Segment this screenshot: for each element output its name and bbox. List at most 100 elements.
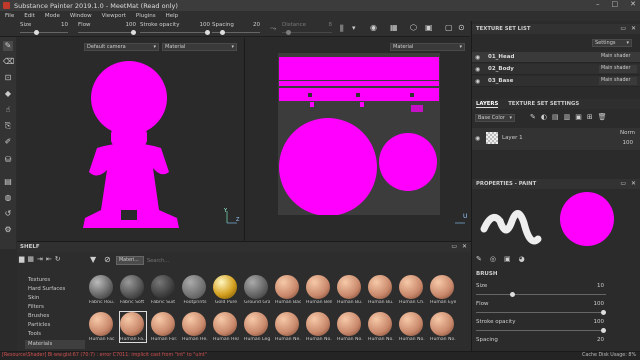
bake-icon[interactable]: ▤ [3,177,13,187]
camera-dropdown[interactable]: Default camera [84,43,159,51]
material-thumbnail[interactable]: Human For... [151,312,177,342]
tsl-float-icon[interactable]: ▭ [620,25,626,32]
material-thumbnail[interactable]: Human Bu... [368,275,394,305]
menu-window[interactable]: Window [70,13,92,19]
filter-icon[interactable]: ▼ [90,255,96,264]
brush-stroke-opacity-value[interactable]: 100 [594,319,605,325]
add-effect-icon[interactable]: ✎ [530,113,536,121]
visibility-eye-icon[interactable]: ◉ [475,54,480,61]
menu-edit[interactable]: Edit [24,13,35,19]
shelf-category-textures[interactable]: Textures [25,276,85,285]
screenshot-icon[interactable]: ▢ [445,23,453,32]
material-thumbnail[interactable]: Human Bell... [306,275,332,305]
shelf-category-particles[interactable]: Particles [25,321,85,330]
material-thumbnail[interactable]: Footprints [182,275,208,305]
close-icon[interactable]: ✕ [630,0,636,8]
shelf-category-skin[interactable]: Skin [25,294,85,303]
properties-float-icon[interactable]: ▭ [620,180,626,187]
size-slider[interactable]: Size 10 [20,22,68,36]
material-thumbnail[interactable]: Fabric Soft ... [120,275,146,305]
color-picker-icon[interactable]: ✐ [3,137,13,147]
visibility-eye-icon[interactable]: ◉ [475,66,480,73]
material-thumbnail[interactable]: Human He... [182,312,208,342]
channel-dropdown[interactable]: Base Color [475,114,515,122]
material-thumbnail[interactable]: Human No... [399,312,425,342]
material-thumbnail[interactable]: Human Bu... [337,275,363,305]
menu-mode[interactable]: Mode [45,13,60,19]
brush-size-knob[interactable] [510,292,515,297]
layout-icon[interactable]: ▣ [425,23,433,32]
minimize-icon[interactable]: – [596,0,600,8]
add-layer-icon[interactable]: ⊞ [587,113,593,121]
error-log-message[interactable]: [Resource\Shader] Bi·ww.glsl:67 (70:7) :… [2,352,207,360]
smudge-icon[interactable]: ☝ [3,105,13,115]
material-thumbnail[interactable]: Ground Gra... [244,275,270,305]
meetmat-model[interactable] [79,60,189,240]
shader-dropdown[interactable]: Main shader [599,77,637,85]
add-paint-layer-icon[interactable]: ▥ [564,113,571,121]
size-value[interactable]: 10 [61,22,68,28]
shelf-category-tools[interactable]: Tools [25,330,85,339]
distance-knob[interactable] [286,30,291,35]
import-icon[interactable]: ⇥ [37,255,43,267]
symmetry-options-icon[interactable]: ▾ [352,24,356,32]
render-icon[interactable]: ⊙ [458,23,465,32]
spacing-slider[interactable]: Spacing 20 [212,22,260,36]
display-settings-icon[interactable]: ▦ [390,23,398,32]
alpha-tab-icon[interactable]: ◎ [490,255,496,263]
shelf-search-input[interactable] [147,256,267,265]
material-thumbnail[interactable]: Human Eye... [430,275,456,305]
filter-tag[interactable]: Materi... [116,256,144,265]
layer-visibility-eye-icon[interactable]: ◉ [475,135,480,142]
distance-value[interactable]: 8 [329,22,333,28]
stroke-opacity-slider[interactable]: Stroke opacity 100 [140,22,210,36]
flow-value[interactable]: 100 [126,22,137,28]
shelf-category-brushes[interactable]: Brushes [25,312,85,321]
scene-icon[interactable]: ◍ [3,193,13,203]
shelf-close-icon[interactable]: ✕ [462,243,467,250]
shelf-category-materials[interactable]: Materials [25,340,85,349]
material-thumbnail[interactable]: Human No... [368,312,394,342]
flow-knob[interactable] [131,30,136,35]
material-thumbnail[interactable]: Human Hea... [213,312,239,342]
brush-spacing-value[interactable]: 20 [597,337,604,343]
uv-texture-canvas[interactable] [278,53,440,215]
layer-blend-mode[interactable]: Norm [620,130,635,136]
brush-tab-icon[interactable]: ✎ [476,255,482,263]
settings-icon[interactable]: ⚙ [3,225,13,235]
spacing-value[interactable]: 20 [253,22,260,28]
tab-layers[interactable]: LAYERS [476,101,499,108]
brush-size-value[interactable]: 10 [597,283,604,289]
flow-slider[interactable]: Flow 100 [78,22,136,36]
delete-layer-icon[interactable]: 🗑 [598,113,607,121]
material-picker-icon[interactable]: ⛁ [3,155,13,165]
material-preview-swatch[interactable] [560,192,614,246]
tsl-close-icon[interactable]: ✕ [631,25,636,32]
size-knob[interactable] [34,30,39,35]
projection-icon[interactable]: ⊡ [3,73,13,83]
add-fill-layer-icon[interactable]: ▤ [552,113,559,121]
new-folder-icon[interactable]: ▦ [27,255,34,267]
refresh-icon[interactable]: ↻ [55,255,61,267]
add-folder-icon[interactable]: ▣ [575,113,582,121]
texture-set-row[interactable]: ◉ 02_Body Main shader [472,64,640,75]
texture-set-row[interactable]: ◉ 01_Head Main shader [472,52,640,63]
spacing-knob[interactable] [220,30,225,35]
menu-help[interactable]: Help [166,13,179,19]
material-thumbnail[interactable]: Human Fac... [89,312,115,342]
material-thumbnail[interactable]: Human Ne... [275,312,301,342]
tsl-settings-dropdown[interactable]: Settings [592,39,632,47]
menu-viewport[interactable]: Viewport [102,13,126,19]
material-thumbnail[interactable]: Fabric Suit ... [151,275,177,305]
menu-plugins[interactable]: Plugins [136,13,156,19]
material-thumbnail[interactable]: Human Ch... [399,275,425,305]
material-thumbnail[interactable]: Human No... [337,312,363,342]
polygon-fill-icon[interactable]: ◆ [3,89,13,99]
layer-name[interactable]: Layer 1 [502,135,523,141]
distance-slider[interactable]: Distance 8 [282,22,332,36]
tab-texture-set-settings[interactable]: TEXTURE SET SETTINGS [508,101,579,107]
clone-icon[interactable]: ⎘ [3,121,13,131]
maximize-icon[interactable]: □ [612,0,619,8]
material-thumbnail[interactable]: Gold Pure [213,275,239,305]
stroke-opacity-value[interactable]: 100 [200,22,211,28]
